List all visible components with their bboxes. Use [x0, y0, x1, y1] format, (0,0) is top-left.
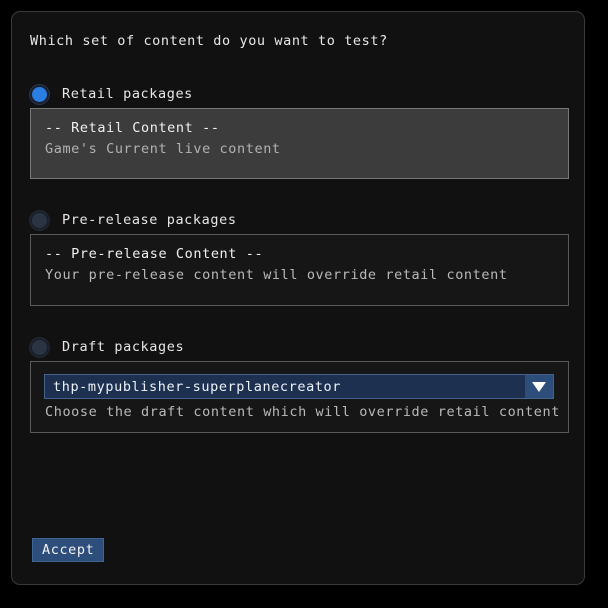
radio-retail-packages[interactable]: Retail packages [30, 83, 193, 105]
radio-label-draft: Draft packages [62, 339, 185, 355]
accept-button[interactable]: Accept [32, 538, 105, 562]
radio-prerelease-packages[interactable]: Pre-release packages [30, 209, 237, 231]
content-selection-dialog: Which set of content do you want to test… [11, 11, 585, 585]
radio-off-icon[interactable] [30, 337, 49, 357]
draft-package-select-value: thp-mypublisher-superplanecreator [53, 378, 342, 395]
content-box-prerelease-desc: Your pre-release content will override r… [45, 267, 508, 283]
draft-package-select[interactable]: thp-mypublisher-superplanecreator [44, 374, 554, 399]
content-box-retail[interactable]: -- Retail Content -- Game's Current live… [30, 108, 569, 179]
radio-label-retail: Retail packages [62, 86, 193, 102]
content-box-retail-title: -- Retail Content -- [45, 120, 220, 136]
radio-off-icon[interactable] [30, 210, 49, 230]
content-box-draft[interactable]: thp-mypublisher-superplanecreator Choose… [30, 361, 569, 433]
radio-on-icon[interactable] [30, 84, 49, 104]
chevron-down-icon[interactable] [525, 375, 553, 398]
content-box-prerelease[interactable]: -- Pre-release Content -- Your pre-relea… [30, 234, 569, 306]
content-box-prerelease-title: -- Pre-release Content -- [45, 246, 264, 262]
page-title: Which set of content do you want to test… [30, 33, 388, 49]
radio-label-prerelease: Pre-release packages [62, 212, 237, 228]
content-box-retail-desc: Game's Current live content [45, 141, 281, 157]
content-box-draft-desc: Choose the draft content which will over… [45, 404, 560, 420]
radio-draft-packages[interactable]: Draft packages [30, 336, 184, 358]
